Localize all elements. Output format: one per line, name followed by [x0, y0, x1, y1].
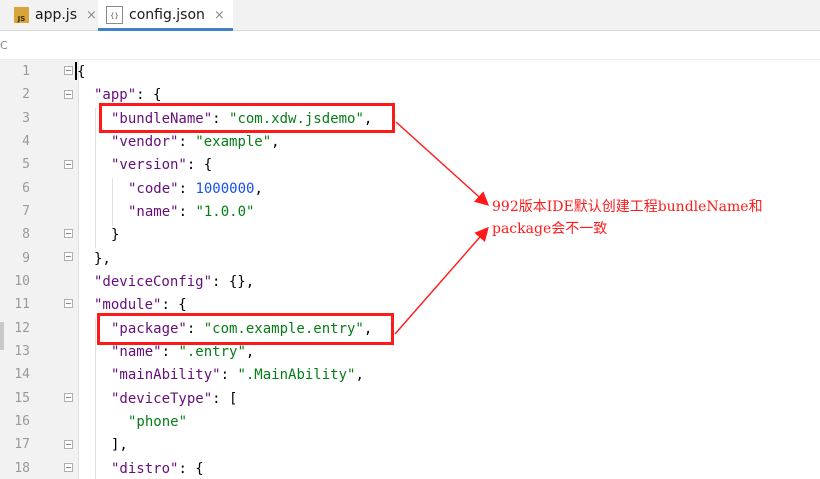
annotation-line-2: package会不一致 — [492, 221, 608, 237]
annotation-note: 992版本IDE默认创建工程bundleName和 package会不一致 — [492, 196, 802, 240]
arrow-package — [394, 226, 489, 335]
annotation-line-1: 992版本IDE默认创建工程bundleName和 — [492, 199, 763, 215]
arrow-bundlename — [395, 121, 490, 206]
